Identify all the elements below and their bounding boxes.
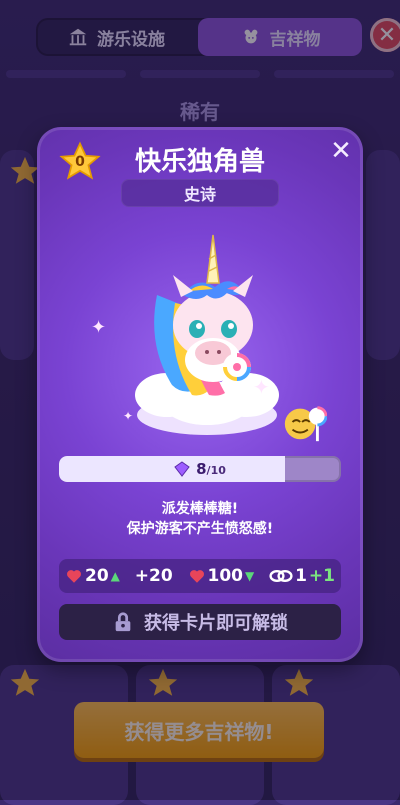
tab-mascots[interactable]: 吉祥物: [198, 18, 362, 56]
section-title-rare: 稀有: [180, 100, 220, 124]
card-progress-bar: 8/10: [59, 456, 341, 482]
description-line: 派发棒棒糖!: [161, 501, 239, 517]
stat-value: 100: [207, 566, 244, 586]
sparkle-icon: ✦: [253, 375, 270, 399]
stat-value: 20: [85, 566, 109, 586]
close-icon[interactable]: ✕: [327, 137, 355, 165]
category-tabs: 游乐设施 吉祥物: [36, 18, 362, 56]
star-icon: [10, 668, 40, 696]
pavilion-icon: [69, 28, 87, 46]
stat-extra: +1: [308, 566, 335, 586]
top-tab-bar: 游乐设施 吉祥物 ✕: [0, 0, 400, 70]
star-icon: [148, 668, 178, 696]
bg-card: [366, 150, 400, 360]
get-more-mascots-button[interactable]: 获得更多吉祥物!: [74, 702, 324, 758]
card-count-max: /10: [206, 464, 226, 477]
stat-bonus: +20: [135, 566, 173, 586]
lollipop-emoji-icon: [284, 406, 327, 442]
stat-link: 1 +1: [269, 566, 335, 586]
bg-card: [6, 70, 126, 78]
trend-down-icon: ▼: [245, 569, 255, 583]
bg-card: [140, 70, 260, 78]
stat-capacity: 100 ▼: [188, 566, 255, 586]
tab-rides-label: 游乐设施: [97, 29, 165, 50]
sparkle-icon: ✦: [91, 317, 107, 338]
link-icon: [269, 570, 293, 582]
stat-value: +20: [134, 566, 173, 586]
unlock-button[interactable]: 获得卡片即可解锁: [59, 604, 341, 640]
stats-row: 20 ▲ +20 100 ▼ 1 +1: [59, 559, 341, 593]
heart-icon: [189, 570, 204, 583]
stat-value: 1: [295, 566, 307, 586]
unlock-label: 获得卡片即可解锁: [144, 613, 288, 634]
mascot-description: 派发棒棒糖! 保护游客不产生愤怒感!: [37, 499, 363, 539]
tab-rides[interactable]: 游乐设施: [36, 18, 196, 56]
stat-happiness: 20 ▲: [65, 566, 120, 586]
gem-icon: [174, 461, 190, 477]
mascot-title: 快乐独角兽: [134, 147, 265, 177]
lock-icon: [115, 612, 131, 632]
card-progress-label: 8/10: [59, 456, 341, 482]
trend-up-icon: ▲: [110, 569, 120, 583]
rarity-badge: 史诗: [121, 179, 279, 207]
description-line: 保护游客不产生愤怒感!: [126, 521, 274, 537]
mascot-detail-modal: 0 快乐独角兽 ✕ 史诗 ✦ ✦ ✦ 8/10 派发棒棒糖! 保护游客不产生愤怒…: [37, 127, 363, 662]
tab-mascots-label: 吉祥物: [269, 29, 321, 50]
bg-card: [274, 70, 394, 78]
card-count: 8: [196, 460, 207, 478]
unicorn-mascot-image: [135, 234, 279, 435]
heart-icon: [67, 570, 81, 583]
close-icon[interactable]: ✕: [370, 18, 400, 52]
sparkle-icon: ✦: [123, 409, 134, 423]
star-icon: [284, 668, 314, 696]
modal-header: 0 快乐独角兽 ✕ 史诗: [37, 127, 363, 219]
mascot-icon: [244, 29, 257, 44]
